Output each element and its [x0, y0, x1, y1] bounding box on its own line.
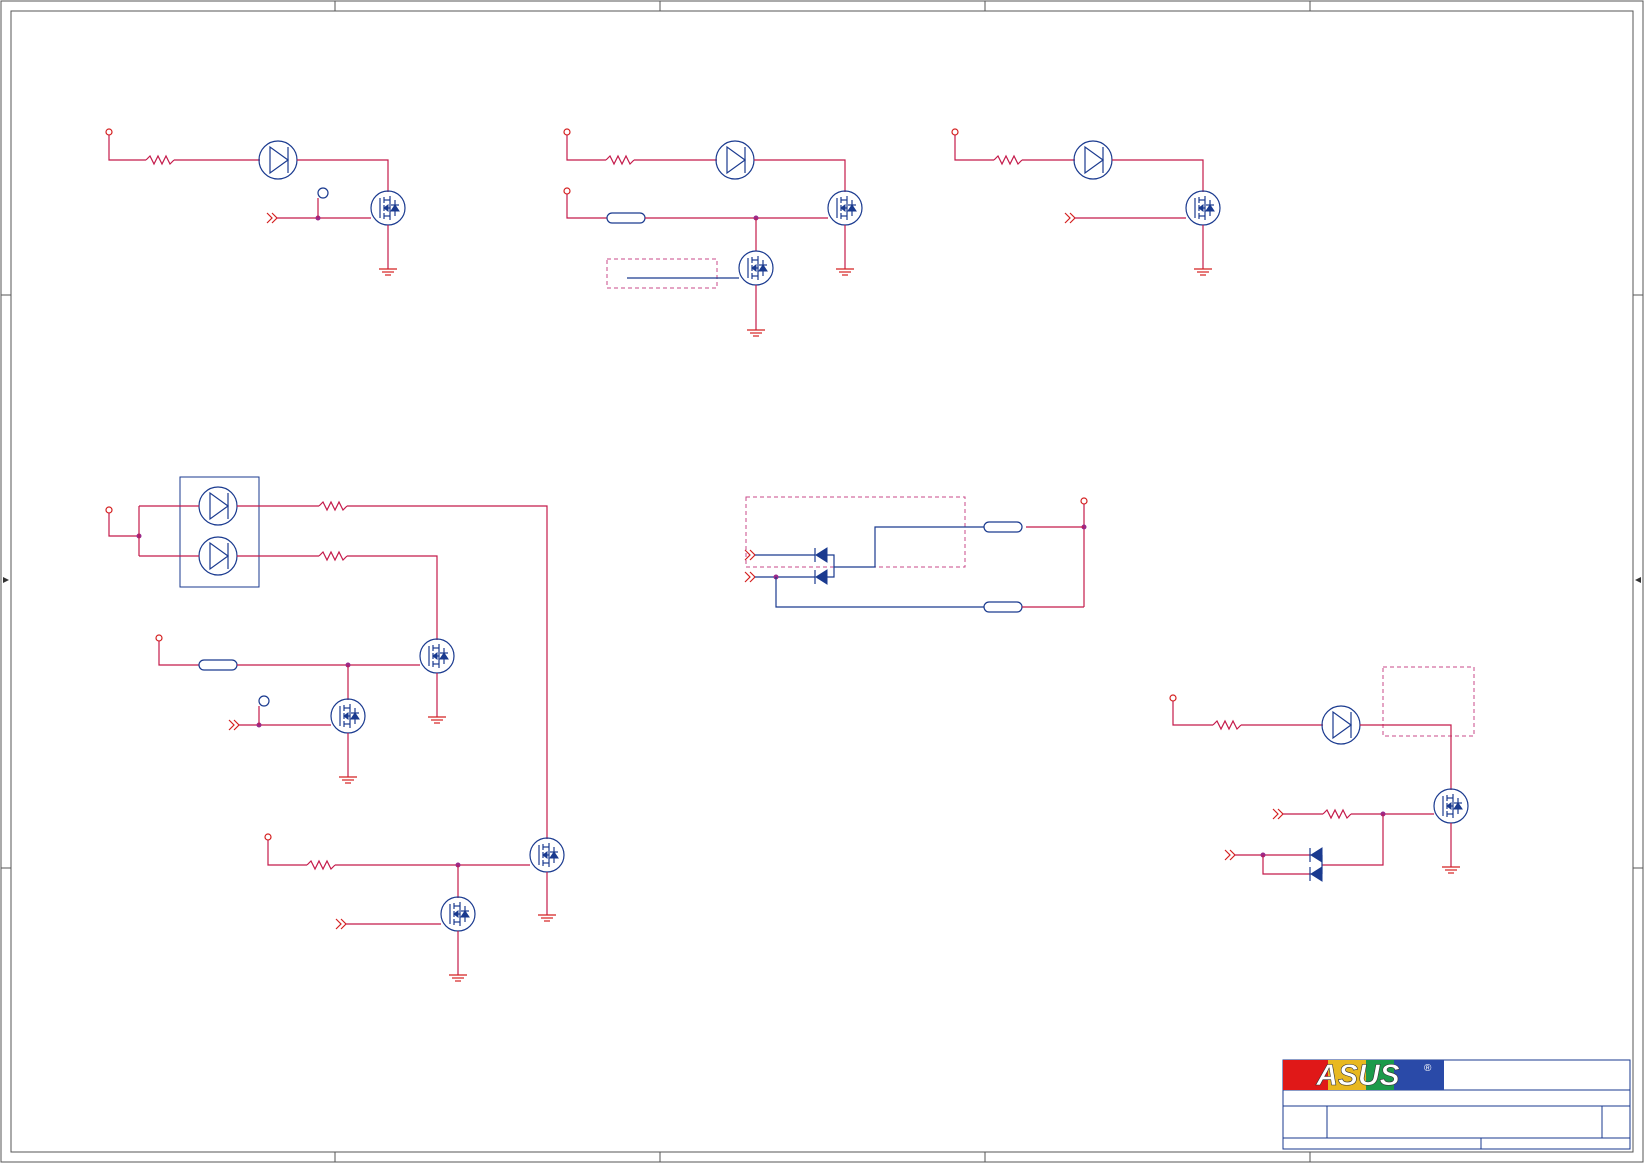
resistor-icon — [993, 155, 1023, 165]
net-port-icon[interactable] — [1272, 808, 1284, 820]
resistor-icon — [1212, 720, 1242, 730]
led-icon — [258, 140, 298, 180]
mosfet-icon[interactable] — [440, 896, 476, 932]
ground-icon — [378, 268, 398, 276]
svg-text:®: ® — [1424, 1063, 1432, 1074]
ferrite-bead-icon — [606, 212, 646, 224]
sheet-border — [0, 0, 1644, 1163]
ferrite-bead-icon — [198, 659, 238, 671]
ferrite-bead-icon — [983, 521, 1023, 533]
mosfet-icon[interactable] — [1185, 190, 1221, 226]
led-icon — [198, 486, 238, 526]
resistor-icon — [318, 501, 348, 511]
ground-icon — [338, 776, 358, 784]
net-port-icon[interactable] — [1224, 849, 1236, 861]
resistor-icon — [1322, 809, 1352, 819]
led-driver-2 — [563, 128, 863, 337]
dual-led-driver — [105, 476, 565, 982]
ground-icon — [1441, 866, 1461, 874]
title-block: ASUS ® — [1282, 1059, 1631, 1150]
led-icon — [1073, 140, 1113, 180]
ground-icon — [1193, 268, 1213, 276]
schematic-sheet: ASUS ® — [0, 0, 1644, 1163]
dashed-region — [1382, 666, 1475, 737]
power-pin-icon — [951, 128, 959, 136]
mosfet-icon[interactable] — [529, 837, 565, 873]
net-port-icon[interactable] — [1064, 212, 1076, 224]
ground-icon — [537, 914, 557, 922]
test-point-icon — [317, 187, 329, 199]
mosfet-icon[interactable] — [738, 250, 774, 286]
resistor-icon — [145, 155, 175, 165]
power-pin-icon — [264, 833, 272, 841]
resistor-icon — [318, 551, 348, 561]
mosfet-icon[interactable] — [1433, 788, 1469, 824]
mosfet-icon[interactable] — [370, 190, 406, 226]
net-port-icon[interactable] — [266, 212, 278, 224]
power-pin-icon — [1080, 497, 1088, 505]
diode-icon — [814, 569, 828, 585]
net-port-icon[interactable] — [228, 719, 240, 731]
ground-icon — [835, 268, 855, 276]
ground-icon — [427, 716, 447, 724]
ferrite-bead-icon — [983, 601, 1023, 613]
led-driver-3 — [951, 128, 1221, 276]
net-port-icon[interactable] — [335, 918, 347, 930]
mosfet-icon[interactable] — [330, 698, 366, 734]
dashed-region — [606, 258, 718, 289]
ground-icon — [448, 974, 468, 982]
diode-icon — [1309, 847, 1323, 863]
power-pin-icon — [1169, 694, 1177, 702]
ground-icon — [746, 329, 766, 337]
mosfet-icon[interactable] — [419, 638, 455, 674]
diode-icon — [1309, 866, 1323, 882]
led-driver-1 — [105, 128, 406, 276]
dual-led-package — [179, 476, 260, 588]
led-icon — [198, 536, 238, 576]
test-point-icon — [258, 695, 270, 707]
power-pin-icon — [105, 506, 113, 514]
led-icon — [715, 140, 755, 180]
led-driver-4 — [1169, 666, 1475, 882]
diode-icon — [814, 547, 828, 563]
resistor-icon — [306, 860, 336, 870]
resistor-icon — [605, 155, 635, 165]
power-pin-icon — [105, 128, 113, 136]
power-pin-icon — [155, 634, 163, 642]
power-pin-icon — [563, 187, 571, 195]
mosfet-icon[interactable] — [827, 190, 863, 226]
dashed-region — [745, 496, 966, 568]
power-pin-icon — [563, 128, 571, 136]
net-port-icon[interactable] — [744, 571, 756, 583]
led-icon — [1321, 705, 1361, 745]
svg-text:ASUS: ASUS — [1315, 1059, 1399, 1092]
asus-logo: ASUS ® — [1283, 1059, 1444, 1092]
diode-or-block — [744, 496, 1088, 613]
